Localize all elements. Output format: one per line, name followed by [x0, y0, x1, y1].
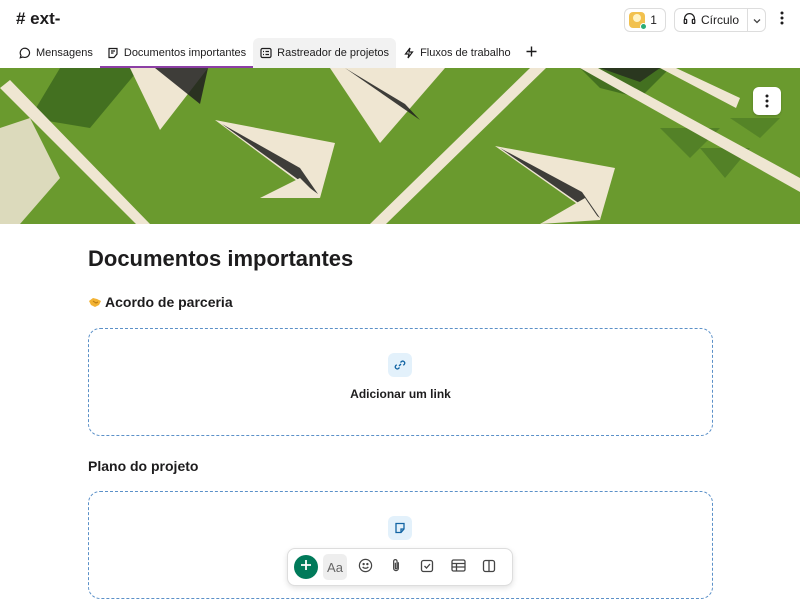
attachment-icon: [389, 558, 403, 576]
banner-menu-button[interactable]: [753, 87, 781, 115]
members-count: 1: [650, 13, 657, 27]
tab-messages[interactable]: Mensagens: [12, 38, 100, 68]
table-icon: [450, 559, 466, 575]
section-heading[interactable]: Plano do projeto: [88, 458, 198, 474]
message-icon: [19, 47, 31, 59]
huddle-button[interactable]: Círculo: [673, 8, 766, 32]
presence-dot: [640, 23, 648, 30]
emoji-button[interactable]: [352, 554, 378, 580]
members-button[interactable]: 1: [624, 8, 666, 32]
vertical-ellipsis-icon: [765, 94, 769, 108]
canvas-banner: [0, 68, 800, 224]
add-button[interactable]: [294, 555, 318, 579]
plus-icon: [526, 44, 537, 62]
huddle-dropdown[interactable]: [747, 9, 765, 31]
add-link-label: Adicionar um link: [350, 387, 451, 401]
tab-label: Mensagens: [36, 47, 93, 59]
workflow-icon: [403, 47, 415, 59]
columns-button[interactable]: [476, 554, 502, 580]
table-button[interactable]: [445, 554, 471, 580]
tab-label: Documentos importantes: [123, 47, 247, 59]
section-heading-text: Plano do projeto: [88, 458, 199, 474]
add-link-dropzone[interactable]: Adicionar um link: [88, 328, 713, 436]
section-heading[interactable]: Acordo de parceria: [88, 294, 233, 310]
list-icon: [260, 47, 272, 59]
checklist-icon: [420, 559, 434, 576]
tab-workflows[interactable]: Fluxos de trabalho: [396, 38, 518, 68]
headphones-icon: [683, 12, 696, 28]
header-actions: 1 Círculo: [624, 8, 790, 32]
canvas-icon: [388, 516, 412, 540]
huddle-label: Círculo: [700, 13, 739, 27]
section-heading-text: Acordo de parceria: [105, 294, 233, 310]
text-format-button[interactable]: Aa: [323, 554, 347, 580]
tab-label: Fluxos de trabalho: [420, 47, 511, 59]
vertical-ellipsis-icon: [780, 11, 784, 30]
chevron-down-icon: [753, 13, 761, 27]
paper-planes-illustration: [0, 68, 800, 224]
huddle-start[interactable]: Círculo: [675, 9, 747, 31]
channel-title[interactable]: # ext-: [16, 9, 60, 29]
page-title[interactable]: Documentos importantes: [88, 246, 353, 272]
tab-important-docs[interactable]: Documentos importantes: [99, 38, 254, 68]
handshake-emoji: [88, 295, 102, 309]
checklist-button[interactable]: [414, 554, 440, 580]
add-tab-button[interactable]: [518, 38, 545, 68]
channel-header: # ext- 1 Círculo: [0, 0, 800, 40]
emoji-icon: [358, 558, 373, 576]
channel-menu-button[interactable]: [774, 8, 790, 32]
channel-tabs: Mensagens Documentos importantes Rastrea…: [0, 38, 800, 68]
columns-icon: [482, 559, 496, 576]
tab-label: Rastreador de projetos: [277, 47, 390, 59]
avatar: [629, 12, 648, 30]
plus-icon: [300, 558, 312, 576]
link-icon: [388, 353, 412, 377]
attachment-button[interactable]: [383, 554, 409, 580]
tab-project-tracker[interactable]: Rastreador de projetos: [253, 38, 397, 68]
canvas-icon: [107, 47, 119, 59]
formatting-toolbar: Aa: [287, 548, 513, 586]
